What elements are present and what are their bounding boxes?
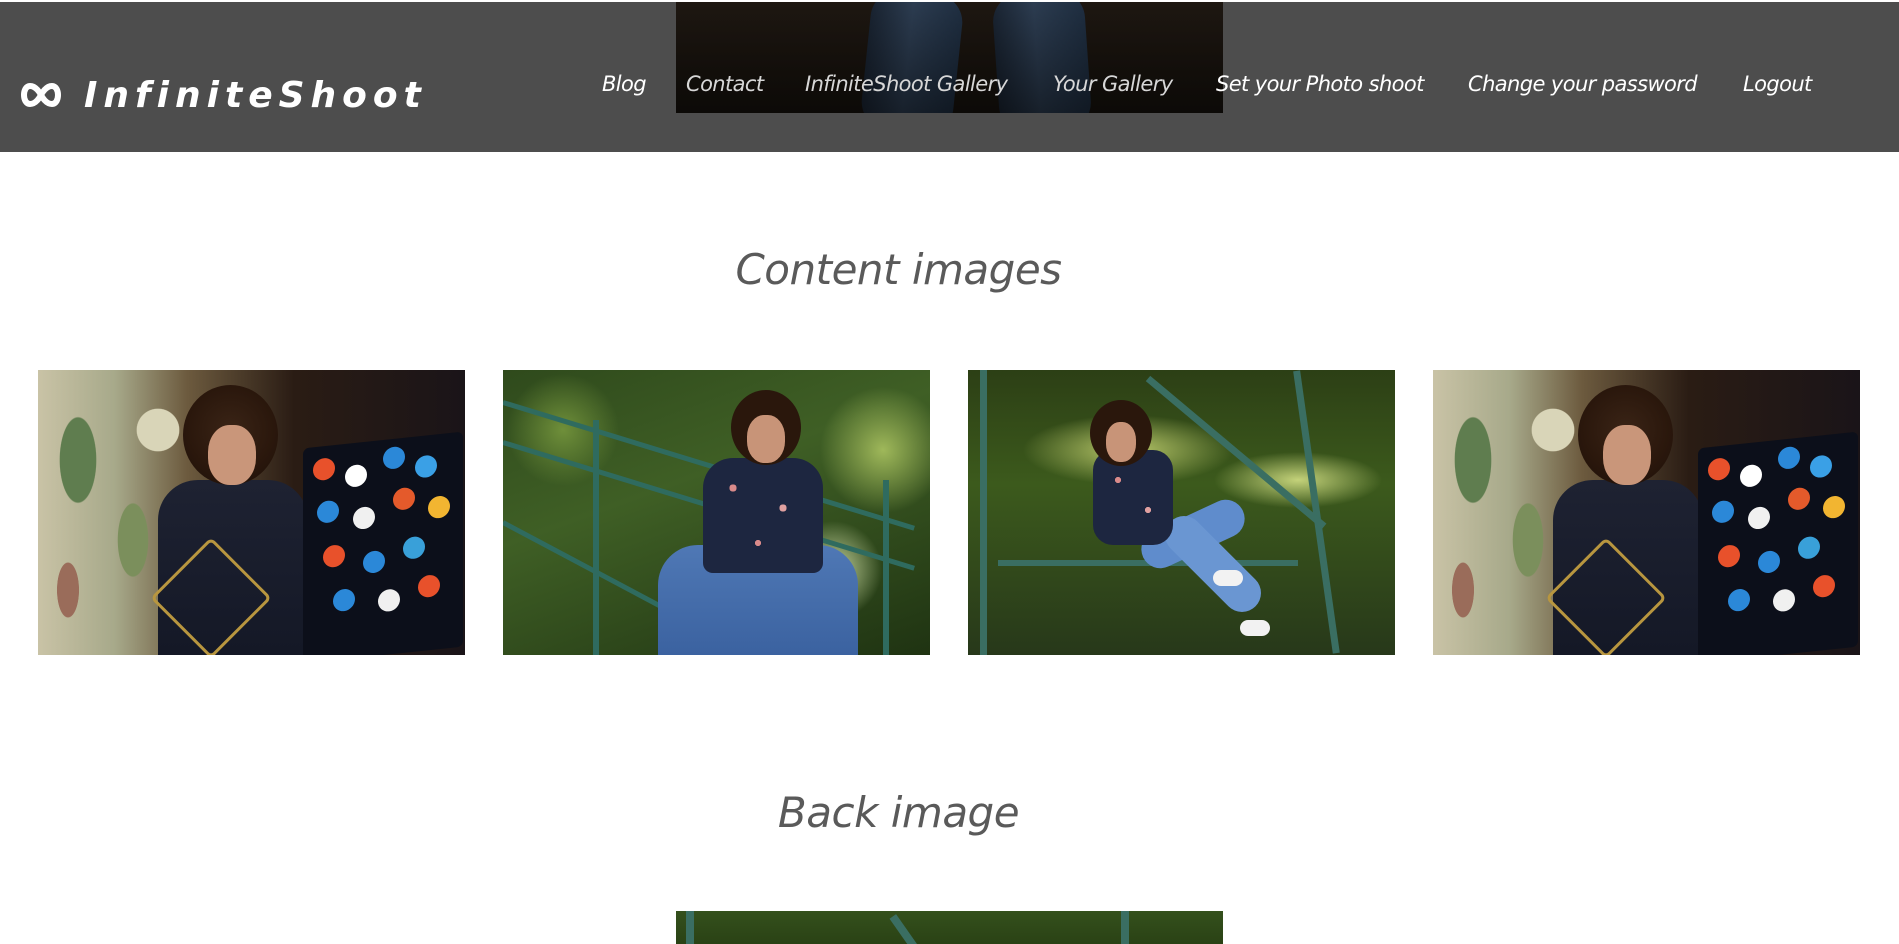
photo-detail [703,458,823,573]
infinity-icon [18,80,64,110]
photo-detail [883,480,889,655]
brand-name: InfiniteShoot [84,74,427,116]
photo-detail [503,520,681,619]
nav-set-photo-shoot[interactable]: Set your Photo shoot [1216,72,1424,96]
section-title-content-images: Content images [735,244,1062,294]
photo-detail [1240,620,1270,636]
content-image-2[interactable] [503,370,930,655]
photo-detail [593,420,599,655]
photo-detail [686,911,694,944]
photo-detail [1603,425,1651,485]
nav-logout[interactable]: Logout [1743,72,1812,96]
content-images-gallery [38,370,1863,655]
photo-detail [747,415,785,463]
nav-contact[interactable]: Contact [686,72,764,96]
photo-detail [889,914,931,944]
nav-infiniteshoot-gallery[interactable]: InfiniteShoot Gallery [805,72,1008,96]
photo-detail [1213,570,1243,586]
brand-logo-link[interactable]: InfiniteShoot [18,70,427,120]
photo-detail [980,370,987,655]
nav-your-gallery[interactable]: Your Gallery [1053,72,1173,96]
photo-detail [208,425,256,485]
back-image[interactable] [676,911,1223,944]
photo-detail [303,431,463,655]
page: InfiniteShoot Blog Contact InfiniteShoot… [0,0,1899,944]
content-image-4[interactable] [1433,370,1860,655]
section-title-back-image: Back image [777,787,1020,837]
photo-detail [1293,370,1340,654]
content-image-3[interactable] [968,370,1395,655]
photo-detail [1093,450,1173,545]
photo-detail [1121,911,1129,944]
photo-detail [1106,422,1136,462]
header-background-image [676,2,1223,113]
photo-shade [676,2,1223,113]
nav-change-password[interactable]: Change your password [1468,72,1698,96]
nav-blog[interactable]: Blog [602,72,647,96]
content-image-1[interactable] [38,370,465,655]
photo-detail [1698,431,1858,655]
